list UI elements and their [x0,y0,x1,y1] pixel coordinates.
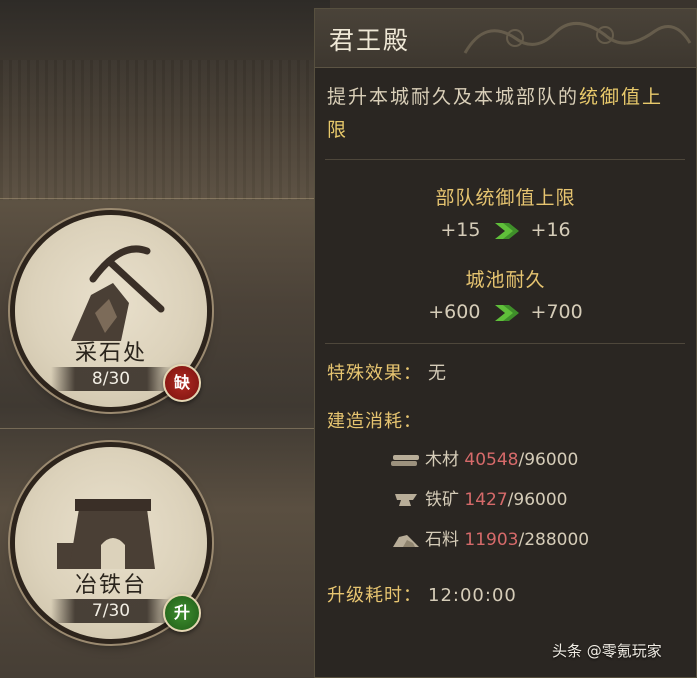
cost-have: 1427 [464,490,508,510]
stat-values: +600 +700 [315,301,696,323]
divider-line [0,428,330,429]
cost-need: /96000 [518,450,579,470]
cost-need: /288000 [518,530,590,550]
stat-title: 城池耐久 [465,269,546,291]
wood-icon [391,455,419,466]
stone-icon [393,535,419,547]
anvil-icon [395,494,417,506]
stat-from: +15 [440,219,481,241]
cost-need: /96000 [507,490,568,510]
divider [325,159,685,160]
shortage-badge[interactable]: 缺 [163,364,201,402]
cost-have: 11903 [464,530,519,550]
cost-have: 40548 [464,450,519,470]
pickaxe-rock-icon [71,245,165,341]
building-info-panel: 君王殿 提升本城耐久及本城部队的统御值上限 部队统御值上限 +15 +16 城池… [314,8,697,678]
watermark: 头条 @零氪玩家 [552,642,662,660]
cost-label: 建造消耗： [327,411,422,432]
divider-line [0,198,330,199]
building-description: 提升本城耐久及本城部队的统御值上限 [327,81,682,147]
stat-to: +700 [530,301,583,323]
cost-name: 石料 [425,530,459,550]
stat-values: +15 +16 [315,219,696,241]
upgrade-arrow-icon [494,304,519,321]
smelter-icon [57,499,155,569]
building-level: 7/30 [51,599,171,623]
special-value: 无 [428,363,447,384]
city-wall-texture [0,60,330,200]
upgrade-badge[interactable]: 升 [163,594,201,632]
cost-row: 木材 40548/96000 [391,445,578,470]
building-name: 采石处 [74,341,147,366]
divider [325,343,685,344]
cost-name: 铁矿 [425,490,459,510]
building-level: 8/30 [51,367,171,391]
special-effect: 特殊效果： 无 [327,359,447,385]
upgrade-arrow-icon [494,222,519,239]
cost-row: 石料 11903/288000 [391,525,589,550]
upgrade-time: 升级耗时： 12:00:00 [327,581,517,607]
cost-row: 铁矿 1427/96000 [391,485,567,510]
cloud-ornament-icon [463,22,692,54]
stat-title: 部队统御值上限 [435,187,576,209]
description-text: 提升本城耐久及本城部队的 [327,86,580,108]
time-label: 升级耗时： [327,585,422,606]
stat-to: +16 [530,219,571,241]
cost-name: 木材 [425,450,459,470]
panel-header: 君王殿 [315,9,696,68]
stat-from: +600 [428,301,481,323]
panel-title: 君王殿 [329,26,411,55]
special-label: 特殊效果： [327,363,422,384]
time-value: 12:00:00 [428,585,517,606]
